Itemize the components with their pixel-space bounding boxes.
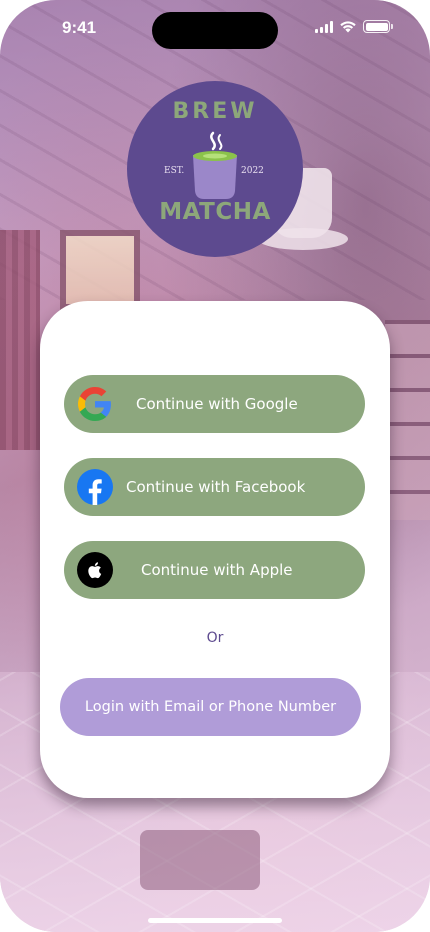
dynamic-island (152, 12, 278, 49)
continue-with-facebook-button[interactable]: Continue with Facebook (64, 458, 365, 516)
facebook-button-label: Continue with Facebook (126, 478, 306, 496)
status-icons (315, 20, 393, 33)
continue-with-google-button[interactable]: Continue with Google (64, 375, 365, 433)
logo-est-text: EST. (164, 166, 185, 176)
logo-matcha-text: MATCHA (159, 199, 271, 225)
login-card: Continue with Google Continue with Faceb… (40, 301, 390, 798)
home-indicator[interactable] (148, 918, 282, 923)
continue-with-apple-button[interactable]: Continue with Apple (64, 541, 365, 599)
login-with-email-or-phone-button[interactable]: Login with Email or Phone Number (60, 678, 361, 736)
background-curtain (0, 230, 40, 450)
status-time: 9:41 (62, 18, 97, 37)
brand-logo: BREW EST. 2022 MATCHA (127, 81, 303, 257)
google-button-label: Continue with Google (136, 395, 298, 413)
google-icon (76, 385, 114, 423)
cellular-signal-icon (315, 20, 333, 33)
logo-brew-text: BREW (172, 99, 258, 124)
apple-icon (76, 551, 114, 589)
background-table (140, 830, 260, 890)
status-bar: 9:41 (0, 0, 430, 56)
or-divider-text: Or (206, 630, 224, 646)
background-shelf (385, 320, 430, 520)
logo-year-text: 2022 (241, 166, 264, 176)
facebook-icon (76, 468, 114, 506)
apple-button-label: Continue with Apple (141, 561, 293, 579)
phone-screen: 9:41 BREW EST. 2022 MATCHA Continue with… (0, 0, 430, 932)
battery-icon (363, 20, 393, 33)
wifi-icon (340, 21, 356, 33)
